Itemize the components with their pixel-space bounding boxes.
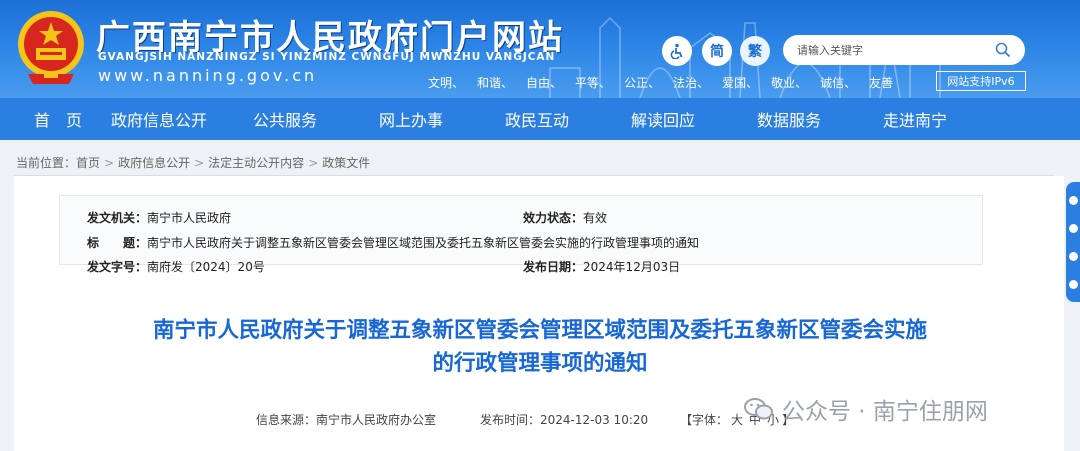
site-header: 广西南宁市人民政府门户网站 GVANGJSIH NANZNINGZ SI YIN… xyxy=(0,0,1080,98)
search-box xyxy=(783,35,1025,65)
value-item: 自由、 xyxy=(526,76,563,90)
site-url: www.nanning.gov.cn xyxy=(98,66,318,85)
value-item: 爱国、 xyxy=(722,76,759,90)
value-item: 法治、 xyxy=(673,76,710,90)
breadcrumb-link-home[interactable]: 首页 xyxy=(76,156,100,170)
nav-item-online-services[interactable]: 网上办事 xyxy=(348,98,474,140)
breadcrumb-link-policy[interactable]: 政策文件 xyxy=(322,156,370,170)
value-item: 公正、 xyxy=(624,76,661,90)
nav-item-interpretation[interactable]: 解读回应 xyxy=(600,98,726,140)
meta-docno-label: 发文字号： xyxy=(87,260,148,274)
value-item: 和谐、 xyxy=(477,76,514,90)
nav-item-interaction[interactable]: 政民互动 xyxy=(474,98,600,140)
meta-status: 效力状态：有效 xyxy=(523,209,607,226)
meta-title-value: 南宁市人民政府关于调整五象新区管委会管理区域范围及委托五象新区管委会实施的行政管… xyxy=(147,236,700,250)
search-input[interactable] xyxy=(797,41,987,59)
search-icon[interactable] xyxy=(995,42,1011,58)
meta-date-value: 2024年12月03日 xyxy=(583,260,681,274)
nav-item-about-nanning[interactable]: 走进南宁 xyxy=(852,98,978,140)
font-size-large-link[interactable]: 大 xyxy=(731,413,743,427)
nav-item-gov-info[interactable]: 政府信息公开 xyxy=(96,98,222,140)
breadcrumb-link-gov-info[interactable]: 政府信息公开 xyxy=(118,156,190,170)
accessibility-button[interactable] xyxy=(662,36,692,66)
document-title-line1: 南宁市人民政府关于调整五象新区管委会管理区域范围及委托五象新区管委会实施 xyxy=(152,318,927,343)
side-float-toolbar[interactable] xyxy=(1066,182,1080,302)
breadcrumb: 当前位置：首页 > 政府信息公开 > 法定主动公开内容 > 政策文件 xyxy=(16,154,370,171)
breadcrumb-separator: > xyxy=(104,156,115,170)
ipv6-badge: 网站支持IPv6 xyxy=(936,71,1026,91)
core-values-text: 文明、 和谐、 自由、 平等、 公正、 法治、 爱国、 敬业、 诚信、 友善 xyxy=(428,74,906,91)
simplified-chinese-button[interactable]: 简 xyxy=(702,36,732,66)
meta-title: 标 题：南宁市人民政府关于调整五象新区管委会管理区域范围及委托五象新区管委会实施… xyxy=(87,234,699,251)
document-title-line2: 的行政管理事项的通知 xyxy=(432,351,648,376)
document-meta-box: 发文机关：南宁市人民政府 效力状态：有效 标 题：南宁市人民政府关于调整五象新区… xyxy=(59,195,983,274)
nav-item-public-services[interactable]: 公共服务 xyxy=(222,98,348,140)
value-item: 诚信、 xyxy=(820,76,857,90)
breadcrumb-prefix: 当前位置： xyxy=(16,156,77,170)
meta-date-label: 发布日期： xyxy=(523,260,584,274)
float-dot xyxy=(1069,252,1078,261)
font-size-prefix: 【字体： xyxy=(680,413,729,427)
meta-issuer: 发文机关：南宁市人民政府 xyxy=(87,209,231,226)
value-item: 文明、 xyxy=(428,76,465,90)
document-publish-time: 发布时间：2024-12-03 10:20 xyxy=(480,413,649,427)
breadcrumb-separator: > xyxy=(194,156,205,170)
accessibility-icon xyxy=(670,43,683,59)
meta-issuer-value: 南宁市人民政府 xyxy=(147,211,232,225)
meta-status-value: 有效 xyxy=(583,211,608,225)
meta-date: 发布日期：2024年12月03日 xyxy=(523,258,680,275)
national-emblem-logo xyxy=(18,11,84,84)
main-nav: 首 页 政府信息公开 公共服务 网上办事 政民互动 解读回应 数据服务 走进南宁 xyxy=(0,98,1080,140)
wechat-icon xyxy=(744,398,773,420)
value-item: 敬业、 xyxy=(771,76,808,90)
meta-docno-value: 南府发〔2024〕20号 xyxy=(147,260,265,274)
meta-issuer-label: 发文机关： xyxy=(87,211,148,225)
float-dot xyxy=(1069,196,1078,205)
traditional-chinese-button[interactable]: 繁 xyxy=(740,36,770,66)
breadcrumb-separator: > xyxy=(308,156,319,170)
wechat-watermark: 公众号 · 南宁住朋网 xyxy=(744,392,988,426)
document-title: 南宁市人民政府关于调整五象新区管委会管理区域范围及委托五象新区管委会实施 的行政… xyxy=(0,314,1080,380)
float-dot xyxy=(1069,280,1078,289)
float-dot xyxy=(1069,224,1078,233)
nav-item-home[interactable]: 首 页 xyxy=(0,98,96,140)
meta-docno: 发文字号：南府发〔2024〕20号 xyxy=(87,258,265,275)
breadcrumb-link-statutory[interactable]: 法定主动公开内容 xyxy=(208,156,304,170)
nav-item-data-services[interactable]: 数据服务 xyxy=(726,98,852,140)
value-item: 平等、 xyxy=(575,76,612,90)
meta-title-label: 标 题： xyxy=(87,236,148,250)
value-item: 友善 xyxy=(869,76,894,90)
meta-status-label: 效力状态： xyxy=(523,211,584,225)
document-source: 信息来源：南宁市人民政府办公室 xyxy=(256,413,437,427)
site-subtitle-zhuang: GVANGJSIH NANZNINGZ SI YINZMINZ CWNGFUJ … xyxy=(98,51,556,63)
watermark-text: 公众号 · 南宁住朋网 xyxy=(782,399,988,425)
